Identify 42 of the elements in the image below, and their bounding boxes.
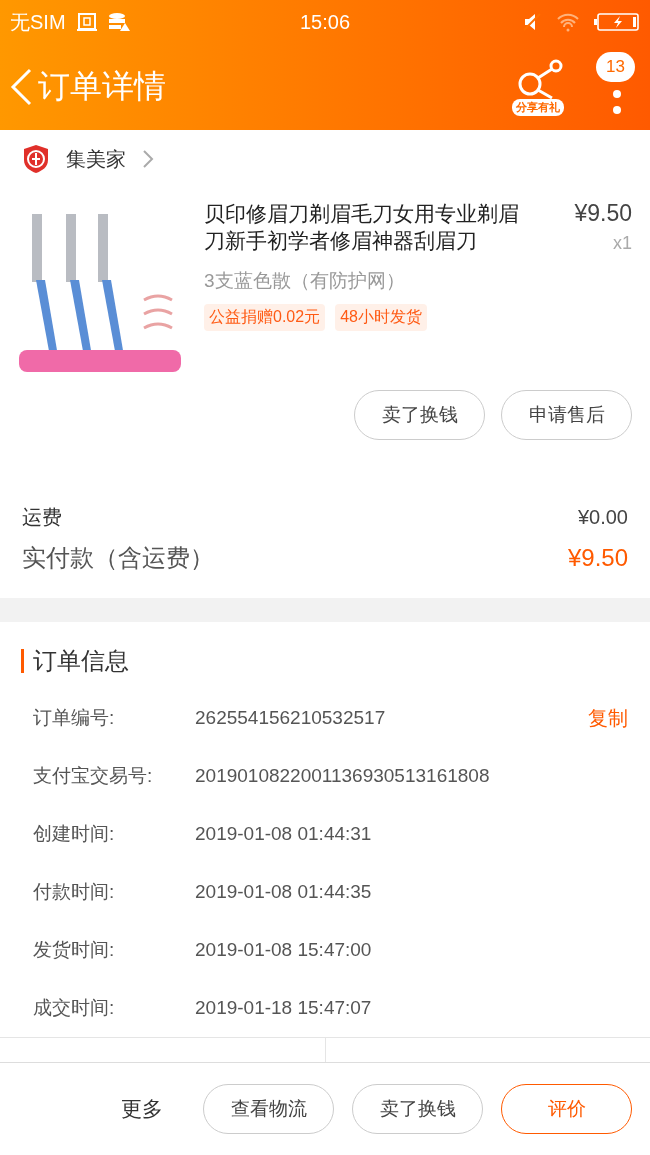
action-button[interactable]: 申请售后 xyxy=(501,390,632,440)
battery-charging-icon xyxy=(594,12,640,32)
sim-card-icon xyxy=(75,12,98,32)
action-button[interactable]: 卖了换钱 xyxy=(352,1084,483,1134)
info-value: 262554156210532517 xyxy=(195,707,387,729)
info-label: 发货时间: xyxy=(33,938,116,962)
promo-tag: 公益捐赠0.02元 xyxy=(204,304,326,331)
chevron-right-icon xyxy=(142,149,154,169)
action-button[interactable]: 卖了换钱 xyxy=(354,390,485,440)
info-label: 付款时间: xyxy=(33,880,116,904)
info-label: 支付宝交易号: xyxy=(33,764,154,788)
status-time: 15:06 xyxy=(299,10,351,34)
info-value: 2019-01-08 01:44:35 xyxy=(195,881,373,903)
message-count-badge: 13 xyxy=(596,52,635,82)
wifi-icon xyxy=(556,12,580,32)
fee-amount: ¥0.00 xyxy=(577,505,628,529)
promo-tag: 48小时发货 xyxy=(335,304,427,331)
store-link[interactable]: 集美家 xyxy=(0,130,176,188)
product-variant: 3支蓝色散（有防护网） xyxy=(204,269,406,293)
info-value: 2019-01-08 01:44:31 xyxy=(195,823,373,845)
info-label: 创建时间: xyxy=(33,822,116,846)
shop-badge-icon xyxy=(22,144,50,174)
section-title: 订单信息 xyxy=(33,646,129,676)
mute-icon xyxy=(522,12,542,32)
product-title: 贝印修眉刀剃眉毛刀女用专业剃眉刀新手初学者修眉神器刮眉刀 xyxy=(204,201,520,254)
info-label: 订单编号: xyxy=(33,706,116,730)
action-button[interactable]: 查看物流 xyxy=(203,1084,334,1134)
back-icon xyxy=(10,68,32,106)
carrier-text: 无SIM xyxy=(10,9,66,35)
fee-amount: ¥9.50 xyxy=(567,544,628,572)
product-price: ¥9.50 xyxy=(573,200,632,227)
menu-icon xyxy=(613,90,621,116)
info-value: 2019010822001136930513161808 xyxy=(195,765,491,787)
info-value: 2019-01-18 15:47:07 xyxy=(195,997,373,1019)
info-label: 成交时间: xyxy=(33,996,116,1020)
database-warning-icon xyxy=(107,12,130,32)
share-icon xyxy=(516,58,564,102)
fee-label: 实付款（含运费） xyxy=(22,543,214,573)
fee-label: 运费 xyxy=(22,504,62,530)
info-value: 2019-01-08 15:47:00 xyxy=(195,939,373,961)
more-button[interactable]: 更多 xyxy=(115,1094,169,1124)
product-quantity: x1 xyxy=(612,233,632,254)
